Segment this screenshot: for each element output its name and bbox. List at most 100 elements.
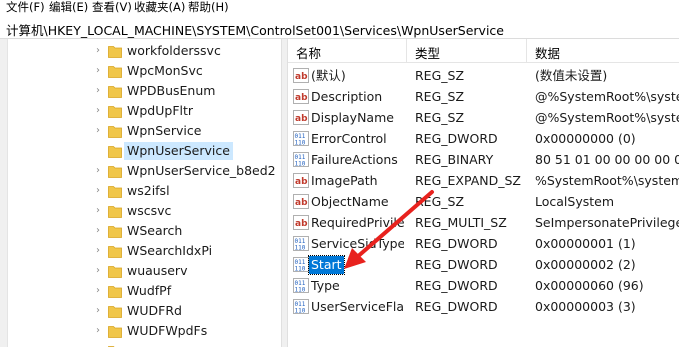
chevron-right-icon[interactable]: › bbox=[93, 285, 103, 297]
column-divider[interactable] bbox=[406, 39, 407, 63]
value-name[interactable]: DisplayName bbox=[309, 109, 396, 127]
address-bar[interactable]: 计算机\HKEY_LOCAL_MACHINE\SYSTEM\ControlSet… bbox=[0, 17, 679, 39]
value-row[interactable]: abDescriptionREG_SZ@%SystemRoot%\system bbox=[288, 86, 679, 107]
value-name-cell: FailureActions bbox=[288, 149, 404, 170]
column-type[interactable]: 类型 bbox=[415, 43, 440, 62]
value-name[interactable]: ErrorControl bbox=[309, 130, 389, 148]
tree-item[interactable]: › WPDBusEnum bbox=[0, 81, 272, 101]
value-row[interactable]: abRequiredPrivilegesREG_MULTI_SZSeImpers… bbox=[288, 212, 679, 233]
chevron-right-icon[interactable] bbox=[93, 145, 103, 157]
chevron-right-icon[interactable]: › bbox=[93, 305, 103, 317]
value-row[interactable]: ab ImagePath REG_EXPAND_SZ %SystemRoot%\sys… bbox=[288, 170, 679, 191]
value-row[interactable]: abDisplayNameREG_SZ@%SystemRoot%\system bbox=[288, 107, 679, 128]
tree-item[interactable]: › WUDFRd bbox=[0, 301, 272, 321]
tree-item[interactable]: › WudfPf bbox=[0, 281, 272, 301]
chevron-right-icon[interactable]: › bbox=[93, 265, 103, 277]
value-type: REG_DWORD bbox=[415, 131, 498, 146]
value-data: @%SystemRoot%\system bbox=[535, 89, 679, 104]
menu-favorites[interactable]: 收藏夹(A) bbox=[134, 0, 185, 16]
chevron-right-icon[interactable]: › bbox=[93, 45, 103, 57]
value-data: SeImpersonatePrivilege S bbox=[535, 215, 679, 230]
tree-item[interactable]: › WSearch bbox=[0, 221, 272, 241]
chevron-right-icon[interactable]: › bbox=[93, 65, 103, 77]
value-type: REG_DWORD bbox=[415, 236, 498, 251]
tree-item[interactable]: › workfolderssvc bbox=[0, 41, 272, 61]
tree-item[interactable]: › ws2ifsl bbox=[0, 181, 272, 201]
tree-item-label: workfolderssvc bbox=[127, 43, 221, 58]
value-data: 0x00000060 (96) bbox=[535, 278, 644, 293]
value-name-cell: Description bbox=[288, 86, 404, 107]
value-name[interactable]: Type bbox=[309, 277, 342, 295]
value-name-cell: ErrorControl bbox=[288, 128, 404, 149]
column-header: 名称 类型 数据 bbox=[288, 39, 679, 63]
value-type: REG_DWORD bbox=[415, 257, 498, 272]
value-name[interactable]: Start bbox=[308, 255, 345, 275]
value-name[interactable]: (默认) bbox=[309, 67, 348, 85]
value-name-cell: DisplayName bbox=[288, 107, 404, 128]
tree-item[interactable]: › WpdUpFltr bbox=[0, 101, 272, 121]
key-tree: › workfolderssvc › WpcMonSvc › WPDBusEnum › Wpd… bbox=[0, 39, 281, 347]
tree-item-label: WpdUpFltr bbox=[127, 103, 194, 118]
tree-item[interactable]: › WpnService bbox=[0, 121, 272, 141]
value-type: REG_MULTI_SZ bbox=[415, 215, 507, 230]
value-name-cell: RequiredPrivileges bbox=[288, 212, 404, 233]
tree-item[interactable]: › bbox=[0, 341, 272, 347]
tree-item-label: WSearch bbox=[127, 223, 183, 238]
value-row[interactable]: 011 110 ErrorControl REG_DWORD 0x00000000 (0… bbox=[288, 128, 679, 149]
address-path[interactable]: 计算机\HKEY_LOCAL_MACHINE\SYSTEM\ControlSet… bbox=[6, 20, 504, 39]
value-row[interactable]: ab (默认) REG_SZ (数值未设置) bbox=[288, 65, 679, 86]
tree-item[interactable]: › WpnUserService_b8ed2 bbox=[0, 161, 276, 181]
folder-icon bbox=[108, 106, 122, 118]
chevron-right-icon[interactable]: › bbox=[93, 105, 103, 117]
column-divider[interactable] bbox=[526, 39, 527, 63]
value-row[interactable]: 011 110 ServiceSidType REG_DWORD 0x00000001 … bbox=[288, 233, 679, 254]
value-data: 0x00000001 (1) bbox=[535, 236, 636, 251]
value-name-cell: ImagePath bbox=[288, 170, 404, 191]
folder-icon bbox=[108, 266, 122, 278]
value-name[interactable]: ImagePath bbox=[309, 172, 380, 190]
tree-item[interactable]: › wuauserv bbox=[0, 261, 272, 281]
chevron-right-icon[interactable]: › bbox=[93, 85, 103, 97]
tree-item-label: WUDFRd bbox=[127, 303, 182, 318]
value-name[interactable]: ServiceSidType bbox=[309, 235, 404, 253]
tree-item-label bbox=[124, 342, 130, 347]
value-data: %SystemRoot%\system3 bbox=[535, 173, 679, 188]
menu-edit[interactable]: 编辑(E) bbox=[49, 0, 88, 16]
value-data: LocalSystem bbox=[535, 194, 615, 209]
tree-item[interactable]: › WUDFWpdFs bbox=[0, 321, 272, 341]
menu-view[interactable]: 查看(V) bbox=[92, 0, 132, 16]
folder-icon bbox=[108, 306, 122, 318]
value-data: 0x00000000 (0) bbox=[535, 131, 636, 146]
column-name[interactable]: 名称 bbox=[296, 43, 321, 62]
value-data: 80 51 01 00 00 00 00 00 bbox=[535, 152, 679, 167]
chevron-right-icon[interactable]: › bbox=[93, 245, 103, 257]
value-row[interactable]: ab ObjectName REG_SZ LocalSystem bbox=[288, 191, 679, 212]
menu-help[interactable]: 帮助(H) bbox=[188, 0, 229, 16]
tree-item[interactable]: › WpcMonSvc bbox=[0, 61, 272, 81]
value-name[interactable]: ObjectName bbox=[309, 193, 391, 211]
pane-splitter[interactable] bbox=[281, 39, 288, 347]
column-data[interactable]: 数据 bbox=[535, 43, 560, 62]
chevron-right-icon[interactable]: › bbox=[93, 325, 103, 337]
tree-item-label: WpnUserService bbox=[124, 142, 233, 160]
value-type: REG_EXPAND_SZ bbox=[415, 173, 521, 188]
value-name[interactable]: RequiredPrivileges bbox=[309, 214, 404, 232]
chevron-right-icon[interactable]: › bbox=[93, 205, 103, 217]
chevron-right-icon[interactable]: › bbox=[93, 165, 103, 177]
value-row[interactable]: 011 110 Start REG_DWORD 0x00000002 (2) bbox=[288, 254, 679, 275]
value-name[interactable]: UserServiceFlags bbox=[309, 298, 404, 316]
value-row[interactable]: 011110UserServiceFlagsREG_DWORD0x0000000… bbox=[288, 296, 679, 317]
chevron-right-icon[interactable]: › bbox=[93, 125, 103, 137]
value-row[interactable]: 011 110 Type REG_DWORD 0x00000060 (96) bbox=[288, 275, 679, 296]
value-name[interactable]: FailureActions bbox=[309, 151, 400, 169]
folder-icon bbox=[108, 166, 122, 178]
tree-item[interactable]: WpnUserService bbox=[0, 141, 272, 161]
chevron-right-icon[interactable]: › bbox=[93, 185, 103, 197]
value-type: REG_DWORD bbox=[415, 278, 498, 293]
tree-item[interactable]: › WSearchIdxPi bbox=[0, 241, 272, 261]
menu-file[interactable]: 文件(F) bbox=[6, 0, 45, 16]
value-row[interactable]: 011 110 FailureActions REG_BINARY 80 51 01 0… bbox=[288, 149, 679, 170]
tree-item[interactable]: › wscsvc bbox=[0, 201, 272, 221]
value-name[interactable]: Description bbox=[309, 88, 384, 106]
chevron-right-icon[interactable]: › bbox=[93, 225, 103, 237]
